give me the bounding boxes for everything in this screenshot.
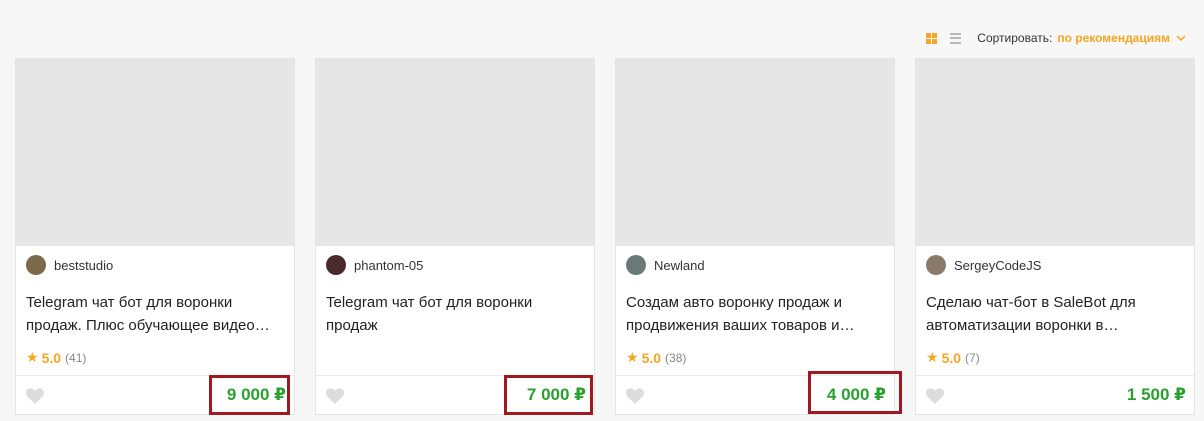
rating: ★ 5.0 (38): [626, 349, 686, 366]
seller[interactable]: SergeyCodeJS: [916, 246, 1194, 284]
gig-thumbnail[interactable]: [616, 59, 894, 246]
price-highlight-box: [808, 371, 902, 414]
price-highlight-box: [504, 375, 593, 415]
seller-name[interactable]: SergeyCodeJS: [954, 258, 1041, 273]
gig-title[interactable]: Создам авто воронку продаж и продвижения…: [616, 284, 894, 340]
seller-name[interactable]: phantom-05: [354, 258, 423, 273]
seller[interactable]: phantom-05: [316, 246, 594, 284]
price: 1 500 ₽: [1126, 385, 1186, 404]
heart-icon[interactable]: [325, 387, 345, 405]
review-count: (41): [65, 350, 87, 365]
heart-icon[interactable]: [25, 387, 45, 405]
gig-title[interactable]: Telegram чат бот для воронки продаж. Плю…: [16, 284, 294, 340]
star-icon: ★: [926, 349, 939, 365]
gig-title[interactable]: Сделаю чат-бот в SaleBot для автоматизац…: [916, 284, 1194, 340]
grid-view-icon[interactable]: [926, 32, 938, 44]
review-count: (38): [665, 350, 687, 365]
gig-card[interactable]: beststudio Telegram чат бот для воронки …: [15, 58, 295, 415]
avatar: [26, 255, 46, 275]
seller-name[interactable]: Newland: [654, 258, 705, 273]
sort-toolbar: Сортировать: по рекомендациям: [926, 29, 1186, 47]
gig-card[interactable]: SergeyCodeJS Сделаю чат-бот в SaleBot дл…: [915, 58, 1195, 415]
star-icon: ★: [626, 349, 639, 365]
rating: ★ 5.0 (7): [926, 349, 980, 366]
seller[interactable]: Newland: [616, 246, 894, 284]
seller-name[interactable]: beststudio: [54, 258, 113, 273]
sort-value: по рекомендациям: [1057, 31, 1170, 45]
star-icon: ★: [26, 349, 39, 365]
gig-thumbnail[interactable]: [316, 59, 594, 246]
sort-label: Сортировать:: [977, 31, 1053, 45]
sort-dropdown[interactable]: по рекомендациям: [1057, 31, 1186, 45]
price-highlight-box: [209, 375, 290, 415]
gig-card[interactable]: phantom-05 Telegram чат бот для воронки …: [315, 58, 595, 415]
rating-value: 5.0: [641, 349, 662, 366]
rating: ★ 5.0 (41): [26, 349, 86, 366]
review-count: (7): [965, 350, 980, 365]
gig-card-list: beststudio Telegram чат бот для воронки …: [15, 58, 1195, 415]
avatar: [926, 255, 946, 275]
list-view-icon[interactable]: [950, 32, 962, 44]
chevron-down-icon: [1176, 35, 1186, 41]
seller[interactable]: beststudio: [16, 246, 294, 284]
gig-card[interactable]: Newland Создам авто воронку продаж и про…: [615, 58, 895, 415]
heart-icon[interactable]: [625, 387, 645, 405]
gig-thumbnail[interactable]: [16, 59, 294, 246]
avatar: [326, 255, 346, 275]
avatar: [626, 255, 646, 275]
gig-title[interactable]: Telegram чат бот для воронки продаж: [316, 284, 594, 340]
rating-value: 5.0: [941, 349, 962, 366]
heart-icon[interactable]: [925, 387, 945, 405]
view-toggle: [926, 32, 962, 44]
gig-thumbnail[interactable]: [916, 59, 1194, 246]
rating-value: 5.0: [41, 349, 62, 366]
card-footer: 1 500 ₽: [916, 375, 1194, 415]
